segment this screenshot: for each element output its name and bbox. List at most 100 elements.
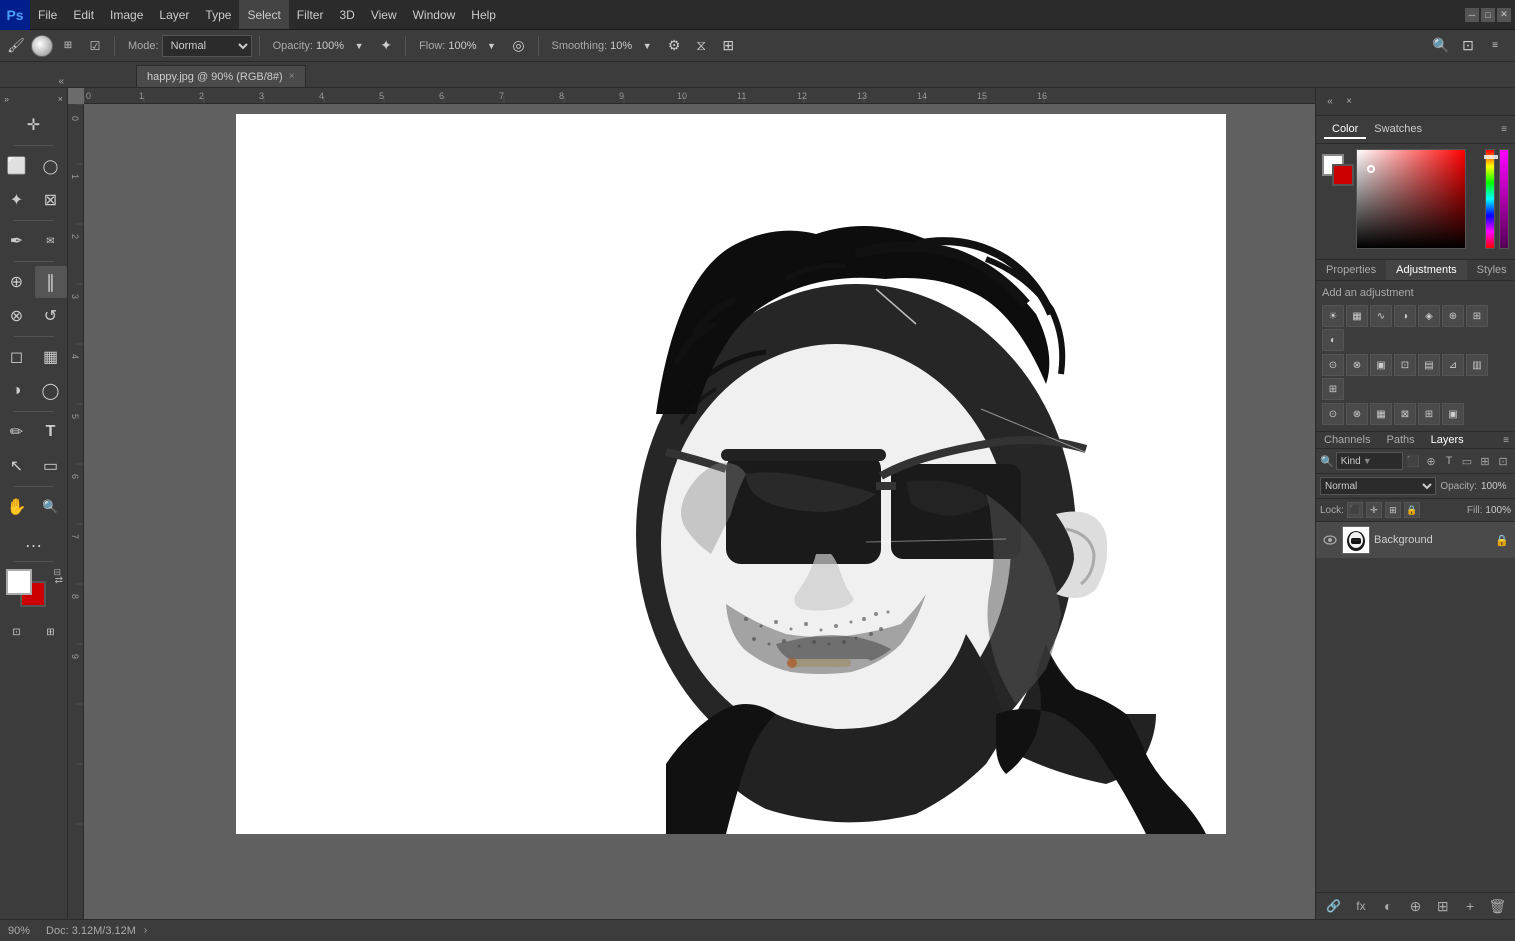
extra-icon[interactable]: ⊞ xyxy=(716,34,740,58)
layer-adj-btn[interactable]: ⊕ xyxy=(1406,897,1424,915)
left-panel-toggle[interactable]: « xyxy=(58,76,64,87)
channels-tab[interactable]: Channels xyxy=(1316,432,1378,448)
toolbar-collapse[interactable]: × xyxy=(58,94,63,104)
blend-mode-select[interactable]: Normal xyxy=(1320,477,1436,495)
lock-position-btn[interactable]: ✛ xyxy=(1366,502,1382,518)
menu-filter[interactable]: Filter xyxy=(289,0,332,29)
posterize-adj[interactable]: ▤ xyxy=(1418,354,1440,376)
menu-select[interactable]: Select xyxy=(239,0,288,29)
foreground-color[interactable] xyxy=(6,569,32,595)
properties-tab[interactable]: Properties xyxy=(1316,260,1386,280)
flow-icon[interactable]: ◎ xyxy=(507,34,531,58)
menu-type[interactable]: Type xyxy=(197,0,239,29)
exposure-adj[interactable]: ◑ xyxy=(1394,305,1416,327)
bg-swatch[interactable] xyxy=(1332,164,1354,186)
layers-tab[interactable]: Layers xyxy=(1423,432,1472,448)
smart-adj5[interactable]: ⊞ xyxy=(1418,403,1440,425)
threshold-adj[interactable]: ⊿ xyxy=(1442,354,1464,376)
layer-delete-btn[interactable]: 🗑 xyxy=(1488,897,1506,915)
settings-icon[interactable]: ⚙ xyxy=(662,34,686,58)
document-tab[interactable]: happy.jpg @ 90% (RGB/8#) × xyxy=(136,65,306,87)
menu-view[interactable]: View xyxy=(363,0,405,29)
crop-tool[interactable]: ⊠ xyxy=(35,184,67,216)
more-tools-btn[interactable]: … xyxy=(18,525,50,557)
dodge-tool[interactable]: ◯ xyxy=(35,375,67,407)
search-btn[interactable]: 🔍 xyxy=(1429,34,1453,58)
tool-preset-picker[interactable]: 🖌 xyxy=(4,34,28,58)
layer-new-btn[interactable]: + xyxy=(1461,897,1479,915)
color-gradient-picker[interactable] xyxy=(1356,149,1466,249)
smart-adj1[interactable]: ⊙ xyxy=(1322,403,1344,425)
ruler-tool[interactable]: ✉ xyxy=(35,225,67,257)
brush-on-off[interactable]: ☑ xyxy=(83,34,107,58)
hsl-adj[interactable]: ⊕ xyxy=(1442,305,1464,327)
eraser-tool[interactable]: ◻ xyxy=(1,341,33,373)
symmetry-icon[interactable]: ⧖ xyxy=(689,34,713,58)
filter-adj-btn[interactable]: ⊕ xyxy=(1423,453,1439,469)
hue-slider[interactable] xyxy=(1485,149,1495,249)
filter-smart-btn[interactable]: ⊞ xyxy=(1477,453,1493,469)
styles-tab[interactable]: Styles xyxy=(1467,260,1515,280)
smart-adj2[interactable]: ⊗ xyxy=(1346,403,1368,425)
saturation-slider[interactable] xyxy=(1499,149,1509,249)
quick-select-tool[interactable]: ✦ xyxy=(1,184,33,216)
arrange-btn[interactable]: ⊡ xyxy=(1456,34,1480,58)
pen-tool[interactable]: ✏ xyxy=(1,416,33,448)
panel-expand-btn[interactable]: « xyxy=(1322,94,1338,110)
minimize-btn[interactable]: ─ xyxy=(1465,8,1479,22)
blur-tool[interactable]: ◑ xyxy=(1,375,33,407)
history-tool[interactable]: ↺ xyxy=(35,300,67,332)
swap-colors-btn[interactable]: ⇄ xyxy=(55,575,63,586)
layer-fx-btn[interactable]: fx xyxy=(1352,897,1370,915)
adjustments-tab[interactable]: Adjustments xyxy=(1386,260,1467,280)
hand-tool[interactable]: ✋ xyxy=(1,491,33,523)
layer-group-btn[interactable]: ⊞ xyxy=(1434,897,1452,915)
lock-pixel-btn[interactable]: ⬛ xyxy=(1347,502,1363,518)
lasso-tool[interactable]: ◯ xyxy=(35,150,67,182)
marquee-tool[interactable]: ⬜ xyxy=(1,150,33,182)
zoom-tool[interactable]: 🔍 xyxy=(35,491,67,523)
mode-select[interactable]: Normal xyxy=(162,35,252,57)
layers-panel-menu[interactable]: ≡ xyxy=(1497,435,1515,446)
path-select-tool[interactable]: ↖ xyxy=(1,450,33,482)
flow-toggle[interactable]: ▼ xyxy=(480,34,504,58)
swatches-tab[interactable]: Swatches xyxy=(1366,121,1430,139)
shape-tool[interactable]: ▭ xyxy=(35,450,67,482)
vibrance-adj[interactable]: ◈ xyxy=(1418,305,1440,327)
color-tab[interactable]: Color xyxy=(1324,121,1366,139)
maximize-btn[interactable]: □ xyxy=(1481,8,1495,22)
layer-background[interactable]: Background 🔒 xyxy=(1316,522,1515,559)
color-lookup-adj[interactable]: ▣ xyxy=(1370,354,1392,376)
layer-visibility-eye[interactable] xyxy=(1322,532,1338,548)
menu-3d[interactable]: 3D xyxy=(331,0,362,29)
lock-all-btn[interactable]: 🔒 xyxy=(1404,502,1420,518)
filter-pixel-btn[interactable]: ⬛ xyxy=(1405,453,1421,469)
menu-window[interactable]: Window xyxy=(405,0,464,29)
panel-collapse-btn[interactable]: × xyxy=(1341,94,1357,110)
artboard-btn[interactable]: ⊞ xyxy=(35,616,67,648)
eyedropper-tool[interactable]: ✒ xyxy=(1,225,33,257)
airbrush-btn[interactable]: ✦ xyxy=(374,34,398,58)
filter-type-btn[interactable]: T xyxy=(1441,453,1457,469)
opacity-toggle[interactable]: ▼ xyxy=(347,34,371,58)
gradient-map-adj[interactable]: ▥ xyxy=(1466,354,1488,376)
brush-settings-btn[interactable]: ⊞ xyxy=(56,34,80,58)
brightness-adj[interactable]: ☀ xyxy=(1322,305,1344,327)
color-balance-adj[interactable]: ⊞ xyxy=(1466,305,1488,327)
type-tool[interactable]: T xyxy=(35,416,67,448)
menu-edit[interactable]: Edit xyxy=(65,0,102,29)
brush-tool[interactable]: ∥ xyxy=(35,266,67,298)
status-expand-arrow[interactable]: › xyxy=(144,925,147,936)
filter-shape-btn[interactable]: ▭ xyxy=(1459,453,1475,469)
channel-mix-adj[interactable]: ⊗ xyxy=(1346,354,1368,376)
layers-filter-type[interactable]: Kind ▼ xyxy=(1336,452,1403,470)
tab-close-btn[interactable]: × xyxy=(289,71,295,82)
menu-image[interactable]: Image xyxy=(102,0,151,29)
photo-filter-adj[interactable]: ⊙ xyxy=(1322,354,1344,376)
stamp-tool[interactable]: ⊗ xyxy=(1,300,33,332)
close-btn[interactable]: ✕ xyxy=(1497,8,1511,22)
heal-tool[interactable]: ⊕ xyxy=(1,266,33,298)
gradient-tool[interactable]: ▦ xyxy=(35,341,67,373)
menu-layer[interactable]: Layer xyxy=(151,0,197,29)
curves-adj[interactable]: ∿ xyxy=(1370,305,1392,327)
